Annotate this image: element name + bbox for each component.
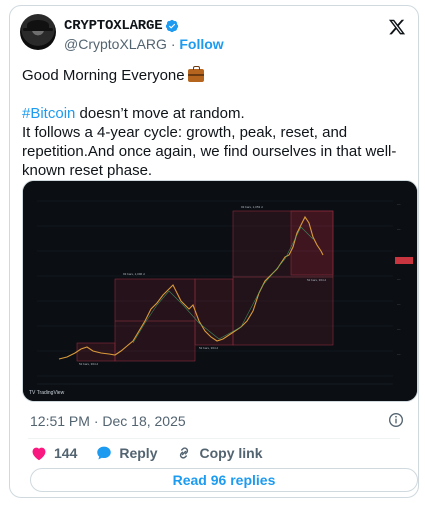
link-icon (180, 447, 189, 459)
chart-bottom-label-1: 52 bars, 364 d (79, 362, 99, 366)
author-handle-row: @CryptoXLARG · Follow (64, 36, 224, 52)
chart-bottom-label-2: 52 bars, 364 d (199, 346, 219, 350)
author-handle[interactable]: @CryptoXLARG (64, 36, 167, 52)
svg-text:—: — (397, 327, 401, 331)
bitcoin-hashtag-link[interactable]: #Bitcoin (22, 105, 75, 122)
reply-button[interactable]: Reply (95, 444, 157, 462)
verified-badge-icon (166, 19, 179, 33)
tweet-body-text: It follows a 4-year cycle: growth, peak,… (22, 124, 397, 179)
chart-box-label-1: 93 bars, 1,096 d (123, 272, 145, 276)
handle-separator: · (170, 36, 176, 52)
briefcase-emoji-icon (187, 66, 204, 82)
copy-link-label: Copy link (199, 445, 263, 461)
author-display-name[interactable]: CRYPTOXLARGE (64, 18, 163, 34)
read-replies-button[interactable]: Read 96 replies (30, 468, 418, 492)
btc-chart-graphic: — — — — — — 93 bars, 1,096 d 93 bars, 1,053 … (23, 181, 417, 401)
svg-text:—: — (397, 277, 401, 281)
tweet-greeting: Good Morning Everyone (22, 67, 185, 84)
tweet-actions: 144 Reply Copy link (30, 444, 263, 462)
chart-box-label-2: 93 bars, 1,053 d (241, 205, 263, 209)
svg-text:—: — (397, 302, 401, 306)
reply-bubble-icon (97, 446, 112, 460)
divider (28, 438, 400, 439)
info-icon[interactable] (388, 412, 404, 428)
x-logo-icon[interactable] (388, 18, 406, 36)
tweet-greeting-line: Good Morning Everyone (22, 66, 412, 85)
reply-label: Reply (119, 445, 158, 461)
chart-bottom-label-3: 52 bars, 364 d (307, 278, 327, 282)
tweet-media-chart-image[interactable]: — — — — — — 93 bars, 1,096 d 93 bars, 1,053 … (22, 180, 418, 402)
author-name-row: CRYPTOXLARGE (64, 18, 179, 34)
svg-text:—: — (397, 352, 401, 356)
like-button[interactable]: 144 (30, 444, 77, 462)
tweet-line1: doesn’t move at random. (75, 105, 245, 122)
tweet-body: #Bitcoin doesn’t move at random. It foll… (22, 104, 412, 180)
tradingview-watermark: TV TradingView (29, 390, 65, 396)
follow-button[interactable]: Follow (179, 36, 223, 52)
copy-link-button[interactable]: Copy link (175, 444, 263, 462)
tweet-header: CRYPTOXLARGE @CryptoXLARG · Follow (20, 14, 408, 54)
avatar[interactable] (20, 14, 56, 50)
tweet-text: Good Morning Everyone #Bitcoin doesn’t m… (22, 66, 412, 180)
svg-text:—: — (397, 227, 401, 231)
tweet-timestamp[interactable]: 12:51 PM · Dec 18, 2025 (30, 413, 186, 429)
heart-icon (32, 447, 46, 461)
tweet-card: CRYPTOXLARGE @CryptoXLARG · Follow Good … (9, 5, 419, 498)
svg-text:—: — (397, 202, 401, 206)
like-count: 144 (54, 445, 78, 461)
